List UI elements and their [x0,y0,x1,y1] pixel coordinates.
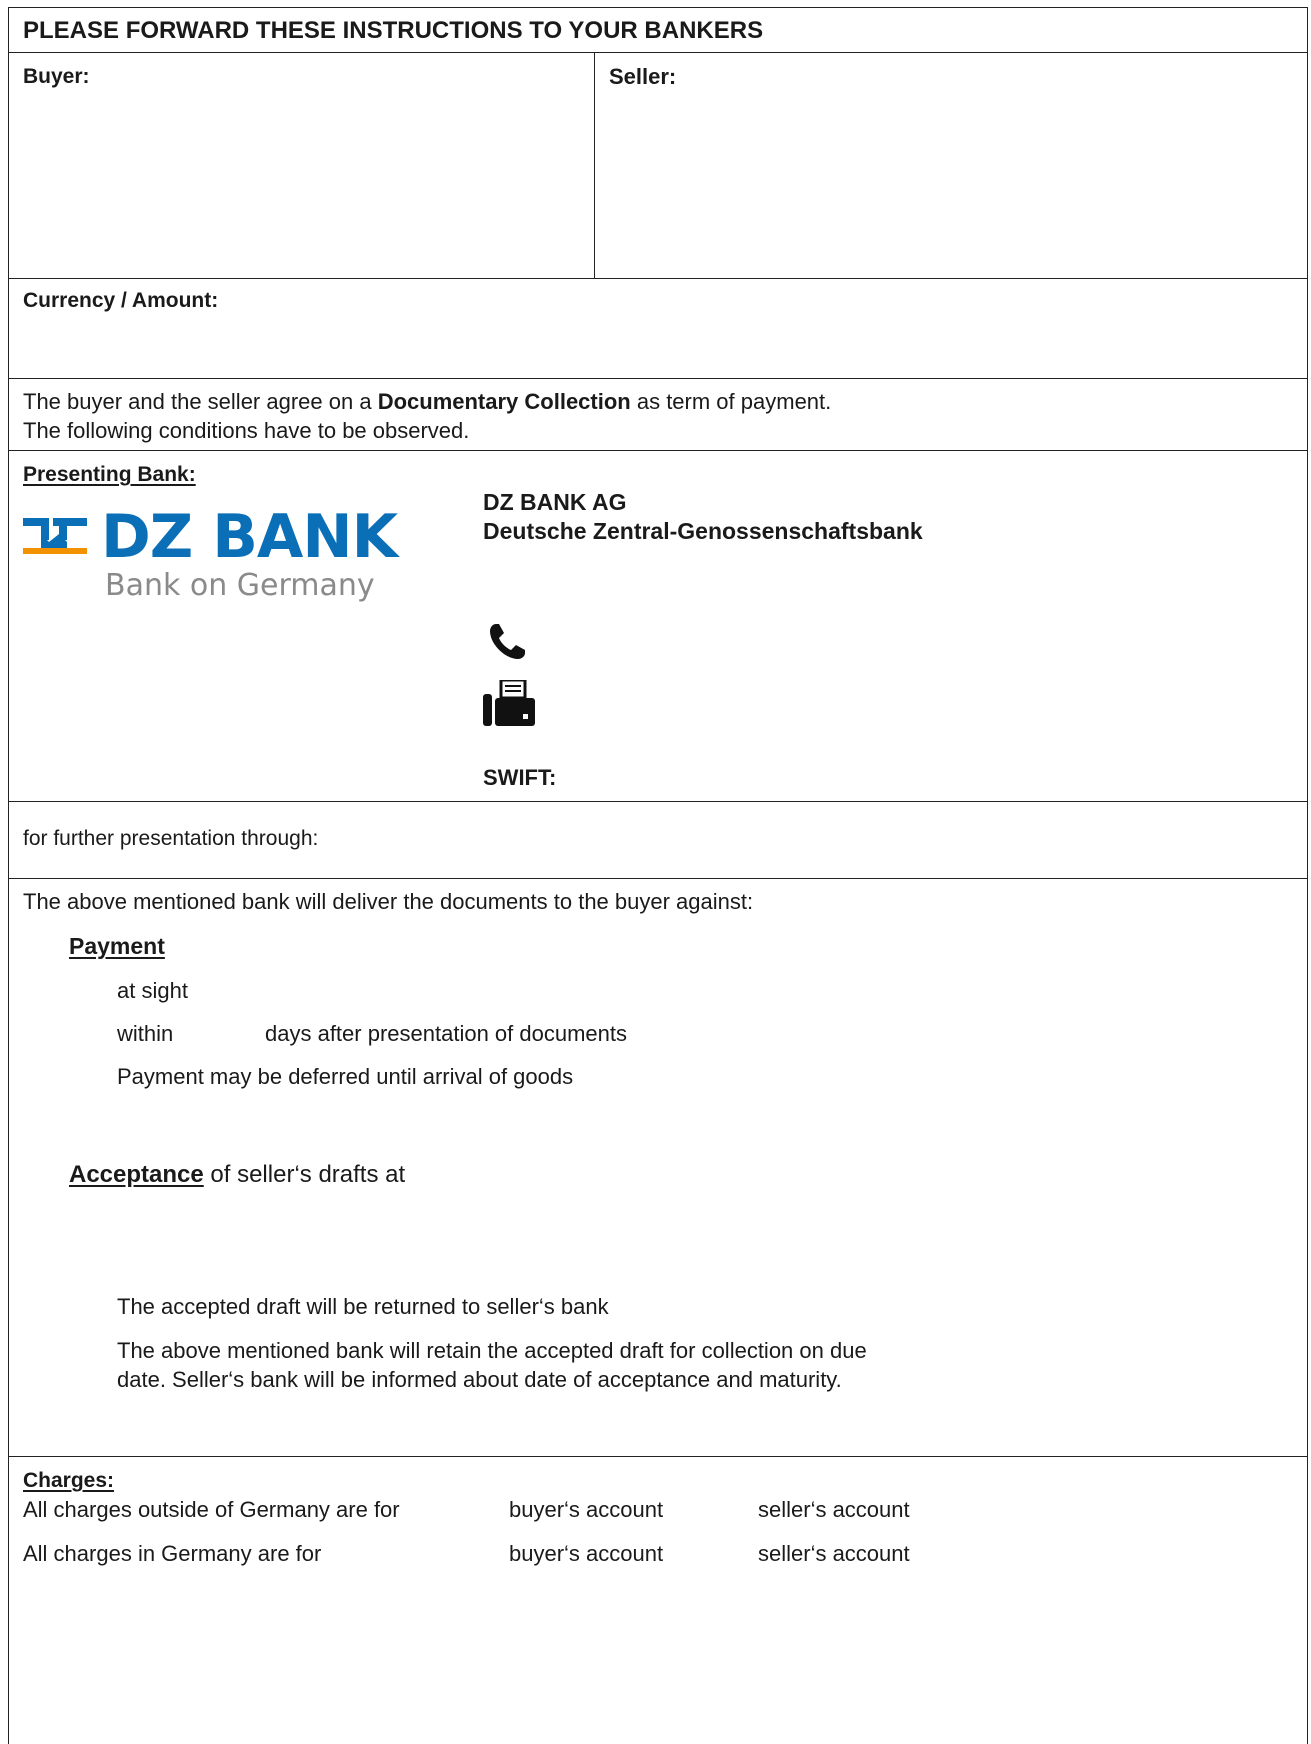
option-within[interactable]: within [117,1021,173,1047]
option-draft-returned[interactable]: The accepted draft will be returned to s… [117,1294,609,1320]
further-presentation-label: for further presentation through: [23,827,319,850]
option-draft-retained-line-1[interactable]: The above mentioned bank will retain the… [117,1338,867,1364]
presenting-bank-label: Presenting Bank: [23,463,196,486]
agreement-text-pre: The buyer and the seller agree on a [23,389,378,414]
dz-bank-logo-mark [23,514,87,556]
charges-in-germany-seller-option[interactable]: seller‘s account [758,1541,910,1567]
seller-label: Seller: [609,64,677,89]
agreement-line-2: The following conditions have to be obse… [23,418,470,443]
currency-amount-label: Currency / Amount: [23,289,219,312]
documentary-collection-term: Documentary Collection [377,389,631,414]
column-divider [594,52,595,278]
form-title: PLEASE FORWARD THESE INSTRUCTIONS TO YOU… [23,17,764,44]
charges-outside-seller-option[interactable]: seller‘s account [758,1497,910,1523]
divider [9,1456,1307,1457]
bank-name-line-1: DZ BANK AG [483,489,627,515]
delivery-intro: The above mentioned bank will deliver th… [23,889,754,914]
divider [9,52,1307,53]
charges-label: Charges: [23,1469,115,1492]
acceptance-heading: Acceptance [69,1161,204,1188]
bank-name-line-2: Deutsche Zentral-Genossenschaftsbank [483,518,923,544]
option-at-sight[interactable]: at sight [117,978,188,1004]
agreement-text-post: as term of payment. [630,389,832,414]
divider [9,278,1307,279]
agreement-line-1: The buyer and the seller agree on a Docu… [23,389,831,415]
divider [9,801,1307,802]
divider [9,378,1307,379]
payment-heading: Payment [69,933,165,959]
option-deferred-payment[interactable]: Payment may be deferred until arrival of… [117,1064,573,1090]
instruction-form: PLEASE FORWARD THESE INSTRUCTIONS TO YOU… [8,7,1308,1744]
acceptance-line: Acceptance of seller‘s drafts at [69,1162,405,1188]
divider [9,878,1307,879]
acceptance-text: of seller‘s drafts at [203,1161,406,1188]
swift-label: SWIFT: [483,765,557,790]
option-draft-retained-line-2: date. Seller‘s bank will be informed abo… [117,1367,842,1392]
fax-icon [483,678,535,726]
charges-outside-buyer-option[interactable]: buyer‘s account [509,1497,663,1523]
charges-in-germany-buyer-option[interactable]: buyer‘s account [509,1541,663,1567]
dz-bank-logo-text: DZ BANK [101,502,398,572]
days-after-presentation-text: days after presentation of documents [265,1021,627,1046]
dz-bank-tagline: Bank on Germany [105,568,375,603]
charges-in-germany-label: All charges in Germany are for [23,1541,322,1566]
buyer-label: Buyer: [23,65,90,88]
divider [9,450,1307,451]
charges-outside-germany-label: All charges outside of Germany are for [23,1497,400,1522]
phone-icon [487,622,527,662]
